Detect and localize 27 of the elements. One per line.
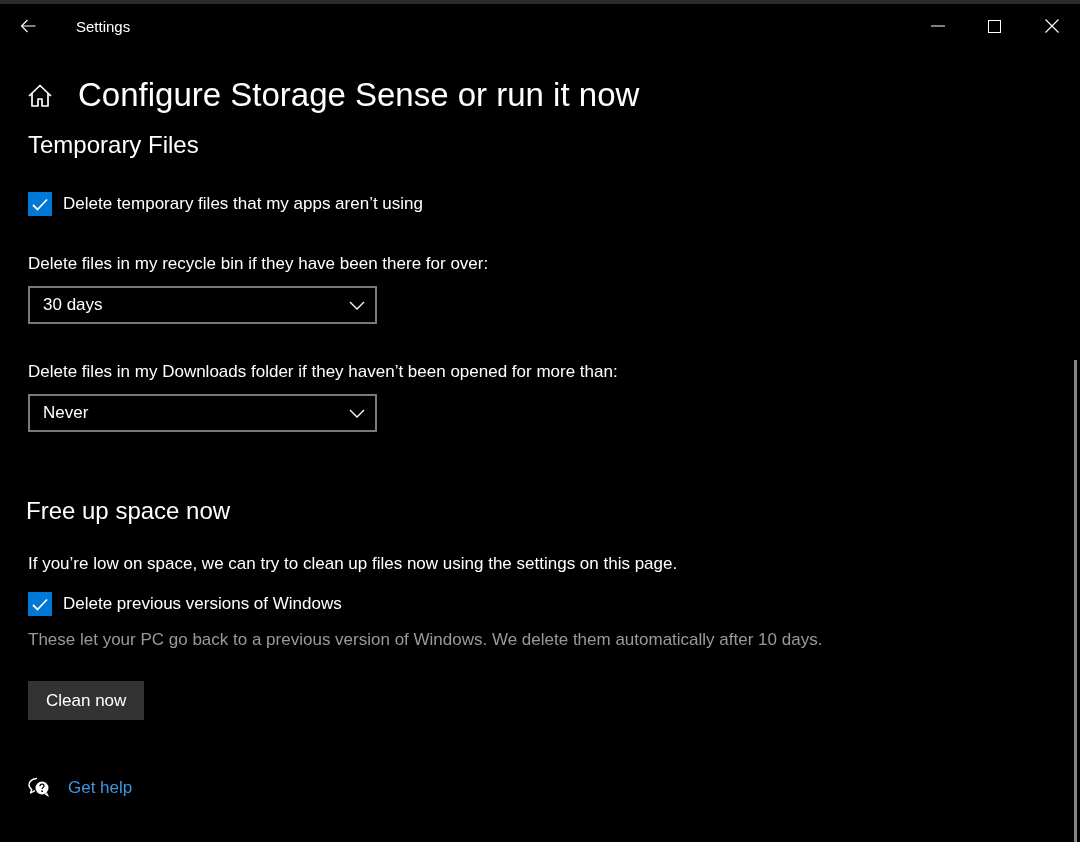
description-text: If you’re low on space, we can try to clean up files now using the settings on this page. <box>28 553 678 575</box>
chevron-down-icon <box>349 300 365 310</box>
hint-text: These let your PC go back to a previous version of Windows. We delete them automatically after 10 days. <box>28 629 823 651</box>
home-icon[interactable] <box>28 83 52 107</box>
maximize-icon <box>988 19 1001 33</box>
clean-now-button[interactable]: Clean now <box>28 681 145 720</box>
help-chat-icon <box>28 777 50 798</box>
get-help-link[interactable]: Get help <box>68 777 133 798</box>
dropdown[interactable]: 30 days <box>28 286 377 324</box>
checkbox[interactable] <box>28 592 52 616</box>
field-label: Delete files in my Downloads folder if they haven’t been opened for more than: <box>28 361 618 383</box>
close-icon <box>1044 19 1059 33</box>
checkbox-label: Delete temporary files that my apps aren’t using <box>63 193 423 215</box>
dropdown[interactable]: Never <box>28 394 377 432</box>
checkmark-icon <box>32 597 48 611</box>
checkmark-icon <box>32 197 48 211</box>
checkbox-label: Delete previous versions of Windows <box>63 593 342 615</box>
chevron-down-icon <box>349 408 365 418</box>
scrollbar-thumb[interactable] <box>1074 360 1077 842</box>
minimize-icon <box>930 25 945 27</box>
back-arrow-icon <box>20 19 36 33</box>
window-title: Settings <box>76 17 132 35</box>
field-label: Delete files in my recycle bin if they have been there for over: <box>28 253 489 275</box>
checkbox[interactable] <box>28 192 52 216</box>
section-heading: Free up space now <box>26 496 231 526</box>
section-heading: Temporary Files <box>28 130 199 160</box>
page-title: Configure Storage Sense or run it now <box>78 75 640 115</box>
